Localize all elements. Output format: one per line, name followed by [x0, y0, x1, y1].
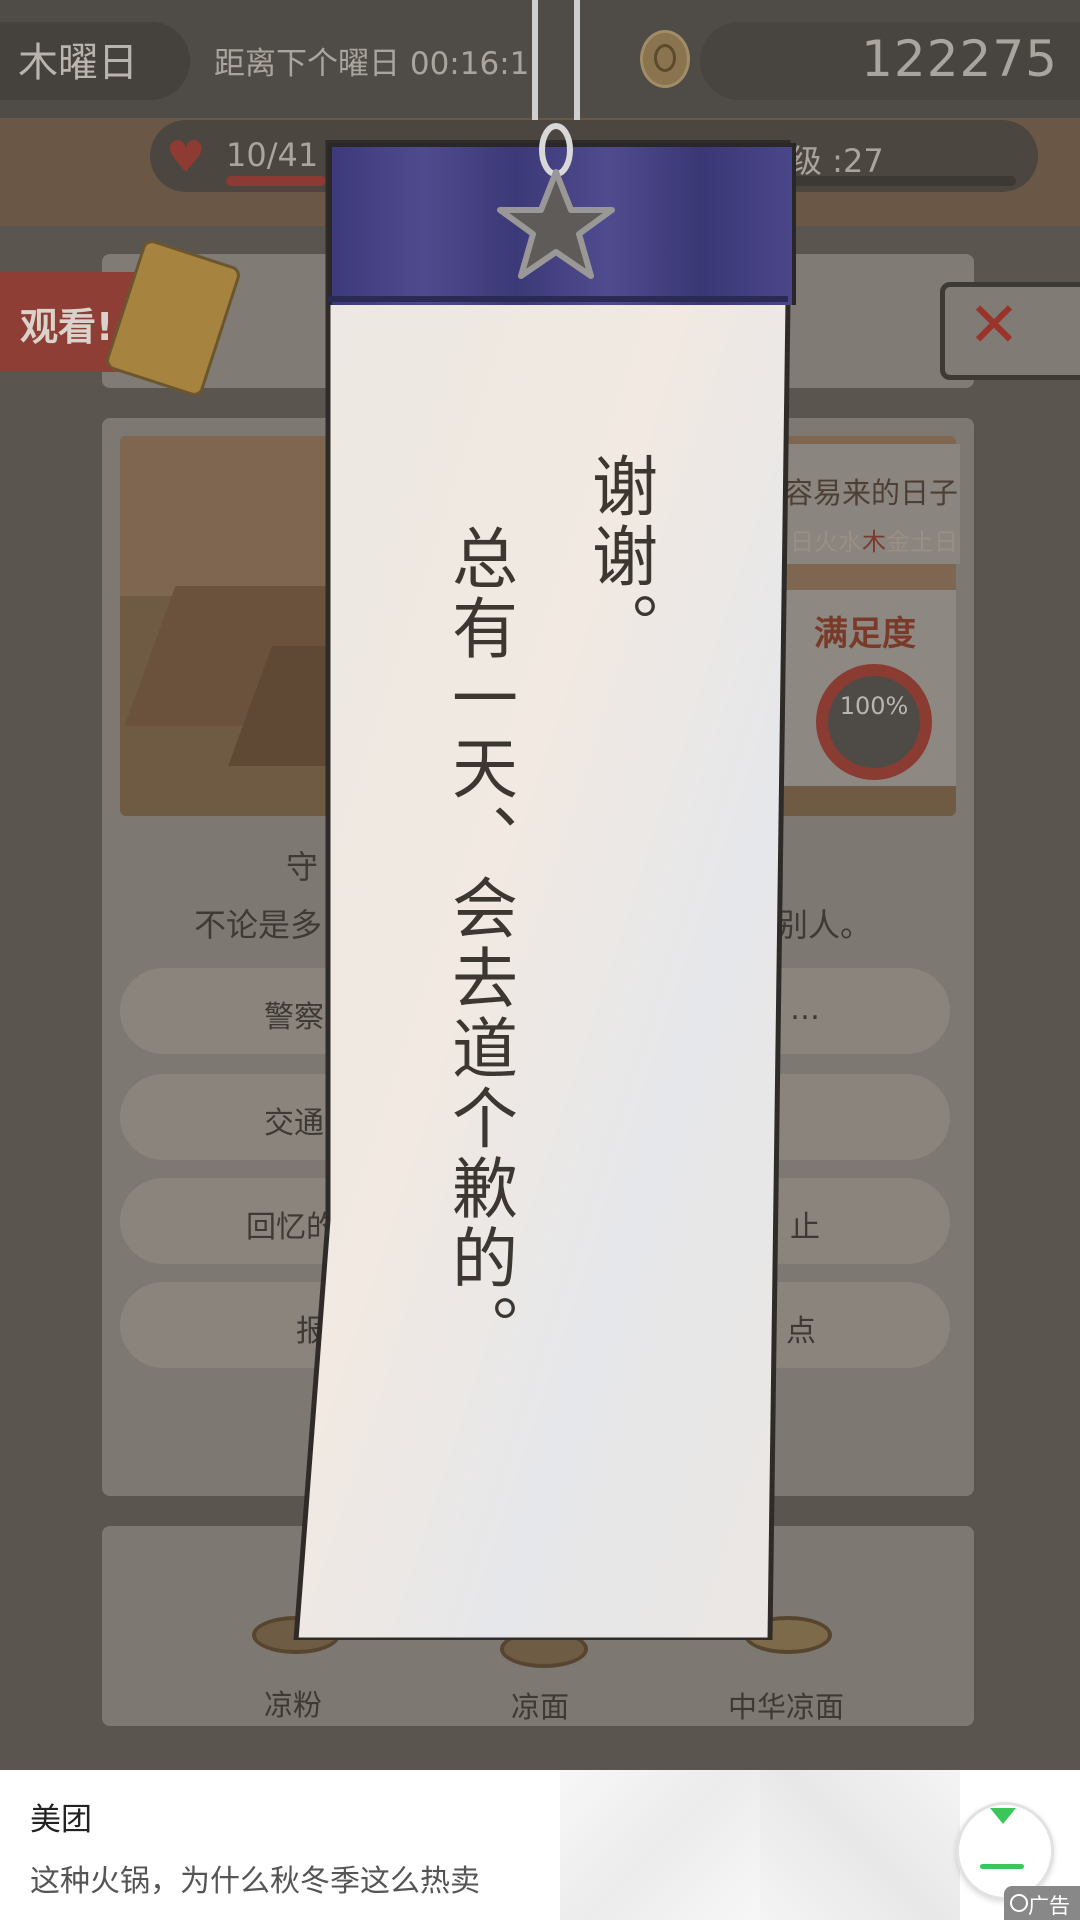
ad-tag-label: 广告	[1028, 1894, 1070, 1918]
poem-column-2: 总有一天、会去道个歉的。	[441, 524, 518, 1364]
ad-headline[interactable]: 这种火锅，为什么秋冬季这么热卖	[30, 1856, 480, 1900]
visit-weekdays: 日火水木金土日	[790, 522, 958, 557]
weekday-highlight: 木	[862, 528, 886, 556]
ad-background-decoration-2	[760, 1770, 960, 1920]
satisfaction-value: 100%	[839, 692, 909, 720]
visit-info-title: 容易来的日子	[784, 476, 959, 510]
ad-icon	[1010, 1894, 1028, 1912]
coin-count: 122275	[861, 30, 1058, 88]
heart-icon: ♥	[166, 132, 206, 183]
memory-option-3-right: 止	[790, 1210, 820, 1245]
tanzaku-header-edge	[328, 296, 788, 302]
food-label-1: 凉粉	[263, 1688, 322, 1722]
ad-brand-name[interactable]: 美团	[30, 1794, 92, 1839]
download-icon[interactable]	[990, 1808, 1016, 1824]
star-charm-icon	[497, 169, 615, 279]
hanging-hook-icon	[532, 0, 580, 176]
food-label-2: 凉面	[510, 1690, 569, 1724]
satisfaction-ring	[816, 664, 932, 780]
weekday-label: 木曜日	[18, 40, 138, 86]
weekday-rest: 金土日	[886, 528, 958, 556]
satisfaction-label: 满足度	[814, 614, 916, 654]
download-icon-bar	[980, 1864, 1024, 1869]
ad-background-decoration	[560, 1770, 760, 1920]
weekday-prefix: 日	[790, 528, 814, 556]
weekday-mid: 火水	[814, 528, 862, 556]
next-day-countdown: 距离下个曜日 00:16:1	[214, 46, 530, 82]
close-icon[interactable]: ✕	[968, 290, 1020, 360]
tanzaku-paper[interactable]	[292, 140, 792, 1640]
level-label: 级 :27	[790, 142, 884, 180]
food-label-3: 中华凉面	[727, 1690, 844, 1724]
poem-column-1: 谢谢。	[581, 452, 658, 662]
watch-button-label: 观看!	[20, 305, 114, 349]
coin-icon-inner	[654, 44, 676, 72]
memory-option-1-right: …	[790, 992, 820, 1027]
